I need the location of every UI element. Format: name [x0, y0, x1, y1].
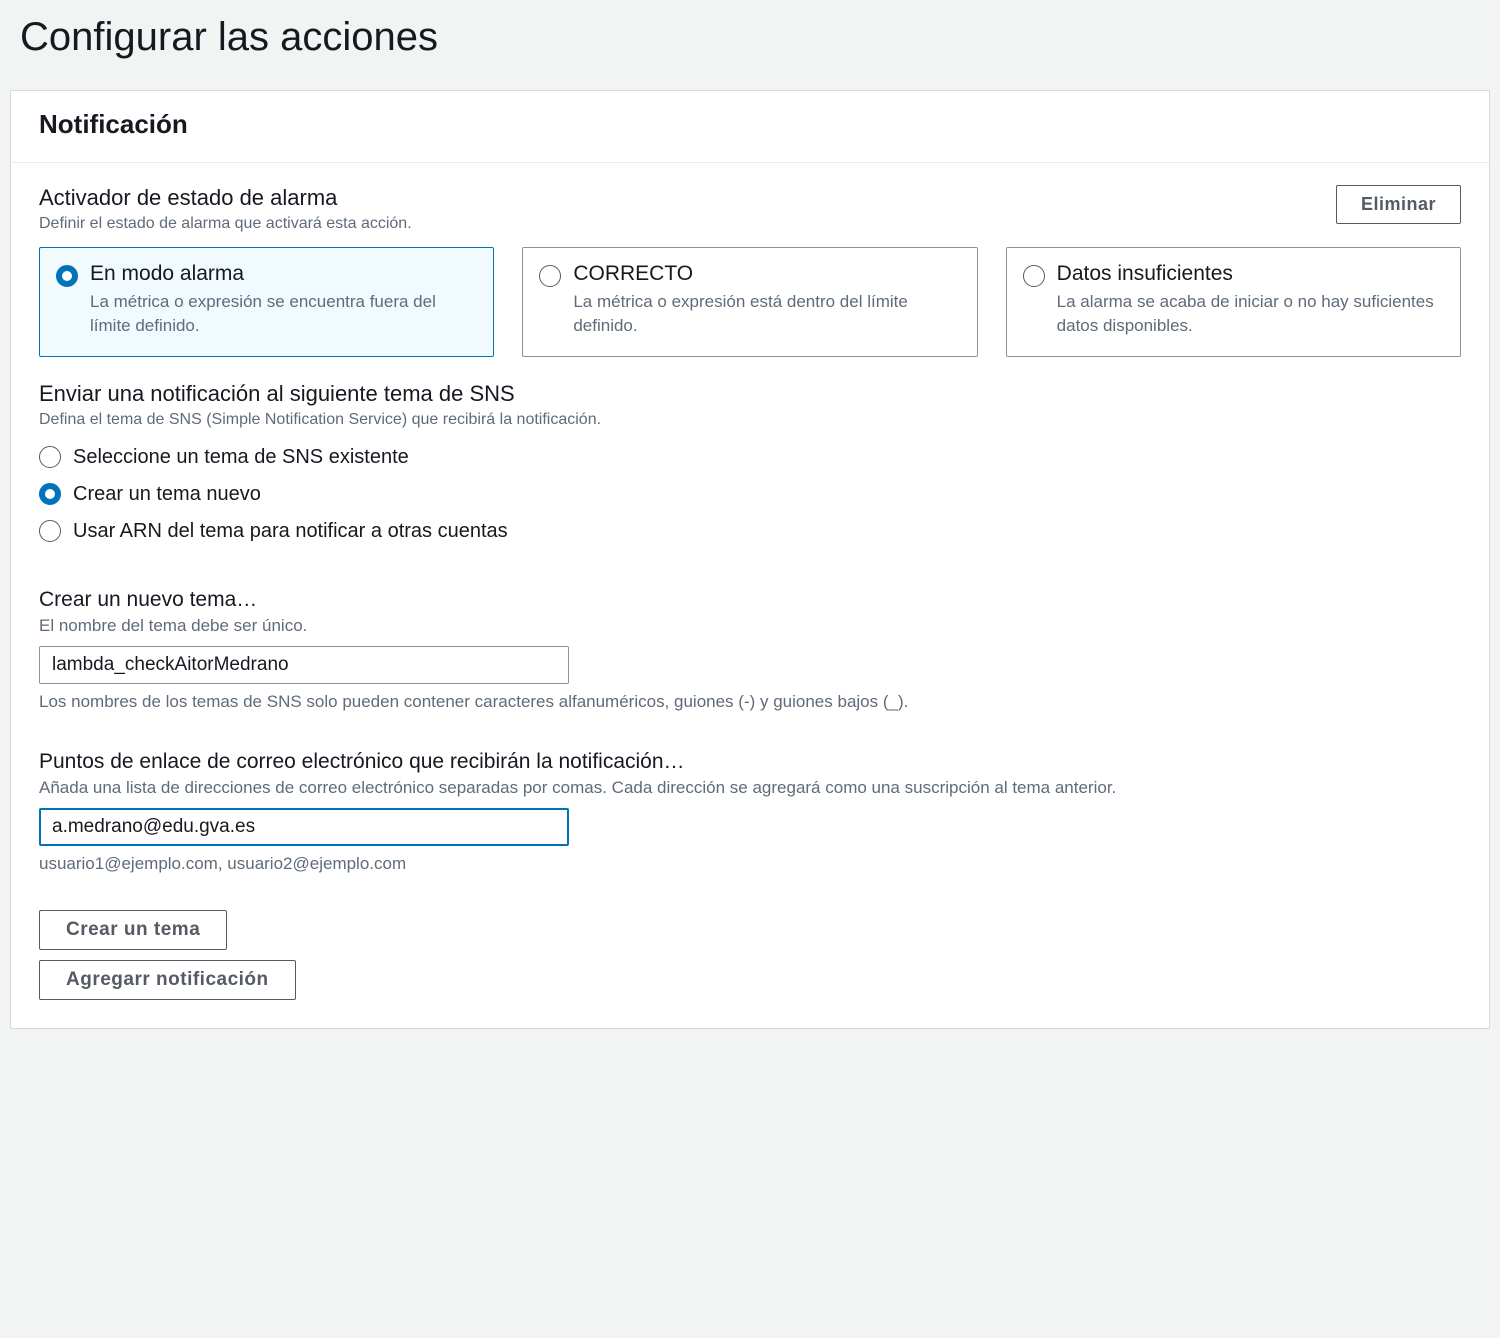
radio-icon — [39, 446, 61, 468]
panel-header: Notificación — [11, 91, 1489, 163]
sns-option-new[interactable]: Crear un tema nuevo — [39, 476, 1461, 513]
trigger-option-in-alarm[interactable]: En modo alarma La métrica o expresión se… — [39, 247, 494, 357]
emails-input[interactable] — [39, 808, 569, 846]
sns-option-label: Seleccione un tema de SNS existente — [73, 446, 409, 469]
radio-icon — [56, 265, 78, 287]
sns-option-label: Usar ARN del tema para notificar a otras… — [73, 520, 508, 543]
topic-name-sublabel: El nombre del tema debe ser único. — [39, 616, 1461, 636]
radio-icon — [39, 520, 61, 542]
alarm-trigger-sublabel: Definir el estado de alarma que activará… — [39, 215, 412, 233]
sns-option-existing[interactable]: Seleccione un tema de SNS existente — [39, 439, 1461, 476]
emails-sublabel: Añada una lista de direcciones de correo… — [39, 778, 1461, 798]
trigger-option-desc: La alarma se acaba de iniciar o no hay s… — [1057, 290, 1444, 338]
emails-label: Puntos de enlace de correo electrónico q… — [39, 750, 1461, 774]
trigger-option-ok[interactable]: CORRECTO La métrica o expresión está den… — [522, 247, 977, 357]
radio-icon — [539, 265, 561, 287]
add-notification-button[interactable]: Agregarr notificación — [39, 960, 296, 1000]
trigger-option-desc: La métrica o expresión está dentro del l… — [573, 290, 960, 338]
trigger-option-title: En modo alarma — [90, 262, 477, 286]
alarm-trigger-header: Activador de estado de alarma Definir el… — [39, 185, 1461, 233]
topic-name-help: Los nombres de los temas de SNS solo pue… — [39, 692, 1461, 712]
emails-help: usuario1@ejemplo.com, usuario2@ejemplo.c… — [39, 854, 1461, 874]
delete-button[interactable]: Eliminar — [1336, 185, 1461, 224]
sns-option-arn[interactable]: Usar ARN del tema para notificar a otras… — [39, 513, 1461, 550]
radio-icon — [1023, 265, 1045, 287]
notification-panel: Notificación Activador de estado de alar… — [10, 90, 1490, 1029]
trigger-option-desc: La métrica o expresión se encuentra fuer… — [90, 290, 477, 338]
topic-name-input[interactable] — [39, 646, 569, 684]
trigger-option-title: Datos insuficientes — [1057, 262, 1444, 286]
radio-icon — [39, 483, 61, 505]
trigger-option-insufficient[interactable]: Datos insuficientes La alarma se acaba d… — [1006, 247, 1461, 357]
panel-heading: Notificación — [39, 109, 1461, 140]
create-topic-button[interactable]: Crear un tema — [39, 910, 227, 950]
topic-name-label: Crear un nuevo tema… — [39, 588, 1461, 612]
sns-option-label: Crear un tema nuevo — [73, 483, 261, 506]
sns-label: Enviar una notificación al siguiente tem… — [39, 381, 1461, 407]
page-title: Configurar las acciones — [0, 0, 1500, 90]
trigger-option-title: CORRECTO — [573, 262, 960, 286]
alarm-trigger-label: Activador de estado de alarma — [39, 185, 412, 211]
sns-sublabel: Defina el tema de SNS (Simple Notificati… — [39, 411, 1461, 429]
